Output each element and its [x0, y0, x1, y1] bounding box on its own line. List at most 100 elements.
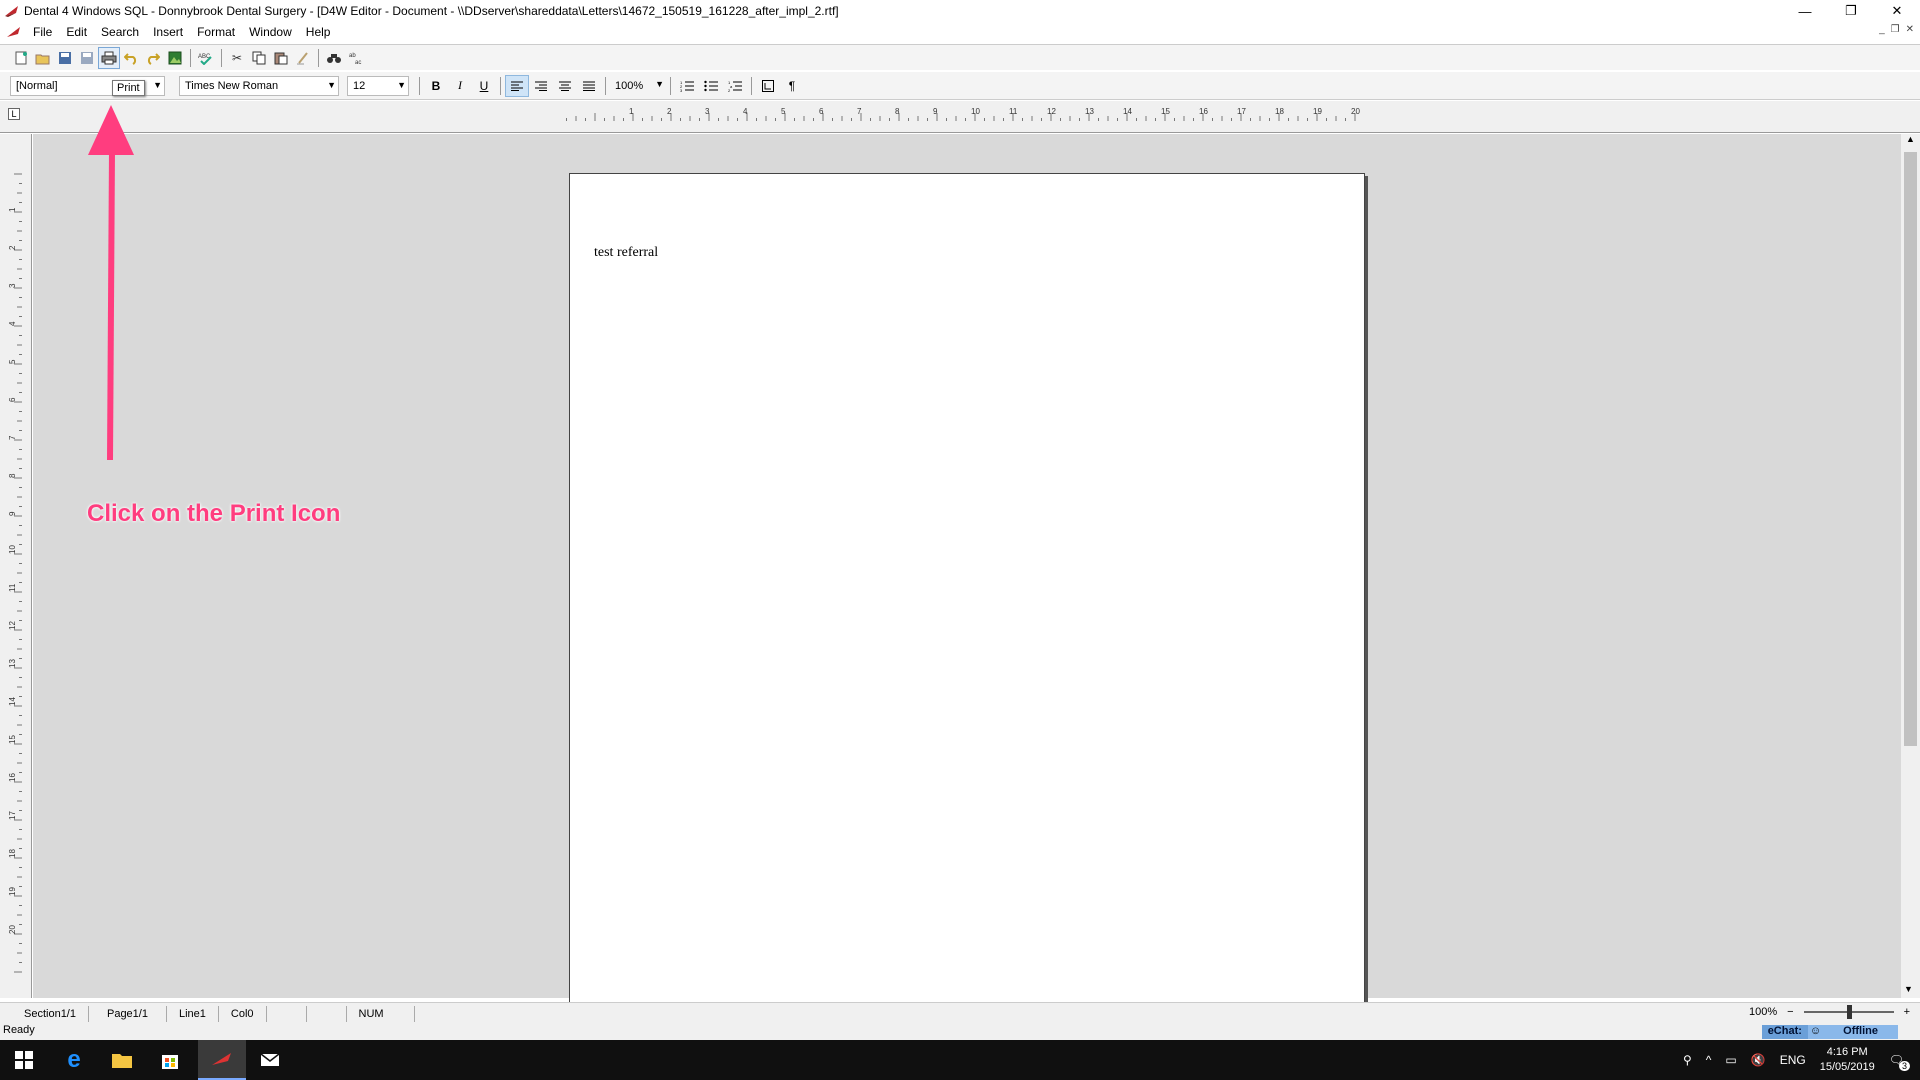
find-icon[interactable]: [323, 47, 345, 69]
network-icon[interactable]: ▭: [1725, 1053, 1736, 1067]
font-size-combo[interactable]: 12 ▼: [347, 75, 409, 96]
undo-icon[interactable]: [120, 47, 142, 69]
zoom-in-icon[interactable]: +: [1904, 1006, 1910, 1018]
echat-status[interactable]: eChat: ☺ Offline: [1761, 1025, 1898, 1039]
vertical-ruler[interactable]: 1 2 3 4 5 6 7 8 9 10 11 12 13 14 15 16 17 18 19 20: [0, 134, 32, 998]
cut-icon[interactable]: ✂: [226, 47, 248, 69]
windows-start-icon[interactable]: [0, 1040, 48, 1080]
bold-button[interactable]: B: [424, 75, 448, 97]
scrollbar-thumb[interactable]: [1904, 152, 1917, 746]
clear-icon[interactable]: [292, 47, 314, 69]
spellcheck-icon[interactable]: ABC: [195, 47, 217, 69]
align-center-icon: [559, 81, 571, 91]
menu-insert[interactable]: Insert: [146, 25, 190, 39]
scroll-down-icon[interactable]: ▼: [1904, 984, 1913, 994]
ruler-number: 19: [1313, 107, 1322, 116]
justify-button[interactable]: [577, 75, 601, 97]
paste-icon[interactable]: [270, 47, 292, 69]
outline-list-button[interactable]: 1a2: [723, 75, 747, 97]
people-icon[interactable]: ⚲: [1683, 1053, 1692, 1067]
chevron-down-icon[interactable]: ▼: [397, 80, 406, 90]
zoom-slider[interactable]: [1803, 1005, 1894, 1019]
volume-muted-icon[interactable]: 🔇: [1751, 1053, 1766, 1067]
mdi-restore-icon[interactable]: ❐: [1891, 24, 1900, 35]
redo-icon[interactable]: [142, 47, 164, 69]
language-indicator[interactable]: ENG: [1780, 1053, 1806, 1067]
scroll-up-icon[interactable]: ▲: [1901, 134, 1920, 144]
print-icon[interactable]: [98, 46, 120, 69]
menu-window[interactable]: Window: [242, 25, 299, 39]
zoom-combo[interactable]: 100% ▼: [610, 76, 666, 96]
app-window: Dental 4 Windows SQL - Donnybrook Dental…: [0, 0, 1920, 1080]
bullet-list-button[interactable]: [699, 75, 723, 97]
zoom-percent: 100%: [1748, 1006, 1778, 1018]
status-line: Line1: [167, 1005, 219, 1022]
file-explorer-icon[interactable]: [98, 1040, 146, 1080]
align-center-button[interactable]: [553, 75, 577, 97]
ruler-number: 9: [8, 511, 17, 516]
document-text[interactable]: test referral: [594, 245, 658, 261]
save-icon[interactable]: [54, 47, 76, 69]
ruler-number: 17: [8, 811, 17, 820]
dental4windows-taskbar-icon[interactable]: [198, 1040, 246, 1080]
document-menu-icon[interactable]: [6, 25, 22, 39]
open-icon[interactable]: [32, 47, 54, 69]
zoom-out-icon[interactable]: −: [1787, 1006, 1793, 1018]
menu-search[interactable]: Search: [94, 25, 146, 39]
frame-button[interactable]: [756, 75, 780, 97]
store-icon[interactable]: [146, 1040, 194, 1080]
menu-edit[interactable]: Edit: [59, 25, 94, 39]
svg-text:ac: ac: [355, 60, 361, 65]
mdi-close-icon[interactable]: ✕: [1906, 24, 1914, 35]
ruler-number: 20: [8, 925, 17, 934]
clock[interactable]: 4:16 PM 15/05/2019: [1820, 1045, 1875, 1075]
ruler-number: 8: [895, 107, 900, 116]
align-left-button[interactable]: [505, 74, 529, 97]
copy-icon[interactable]: [248, 47, 270, 69]
underline-button[interactable]: U: [472, 75, 496, 97]
vertical-ruler-scale: 1234567891011121314151617181920: [8, 173, 22, 973]
italic-button[interactable]: I: [448, 75, 472, 97]
tab-selector[interactable]: L: [8, 108, 20, 120]
mdi-minimize-icon[interactable]: _: [1879, 24, 1885, 35]
ready-bar: Ready: [0, 1024, 1920, 1040]
minimize-button[interactable]: —: [1782, 0, 1828, 22]
mail-icon[interactable]: [246, 1040, 294, 1080]
status-num: NUM: [347, 1005, 415, 1022]
show-paragraph-button[interactable]: ¶: [780, 75, 804, 97]
ruler-number: 3: [705, 107, 710, 116]
action-center-icon[interactable]: 🗨 3: [1889, 1053, 1910, 1071]
numbered-list-button[interactable]: 123: [675, 75, 699, 97]
chevron-down-icon[interactable]: ▼: [153, 80, 162, 90]
print-tooltip: Print: [112, 80, 145, 96]
ruler-number: 7: [857, 107, 862, 116]
menu-help[interactable]: Help: [299, 25, 338, 39]
chevron-down-icon[interactable]: ▼: [655, 79, 664, 89]
font-combo[interactable]: Times New Roman ▼: [179, 75, 339, 96]
status-col: Col0: [219, 1005, 267, 1022]
replace-icon[interactable]: ab ac: [345, 47, 367, 69]
status-bar: Section1/1 Page1/1 Line1 Col0 NUM 100% −…: [0, 1002, 1920, 1024]
align-right-icon: [535, 81, 547, 91]
menu-format[interactable]: Format: [190, 25, 242, 39]
status-page: Page1/1: [89, 1005, 167, 1022]
edge-browser-icon[interactable]: e: [50, 1040, 98, 1080]
save-all-icon[interactable]: [76, 47, 98, 69]
ruler-number: 18: [8, 849, 17, 858]
svg-text:3: 3: [680, 88, 683, 92]
close-button[interactable]: ✕: [1874, 0, 1920, 22]
document-page[interactable]: [569, 173, 1365, 1003]
annotation-arrow: [88, 105, 134, 461]
restore-button[interactable]: ❐: [1828, 0, 1874, 22]
horizontal-ruler[interactable]: 1 2 3 4 5 6 7 8 9 10 11 12 13 14 15 16 17 18 19 20: [0, 101, 1920, 133]
ruler-number: 10: [971, 107, 980, 116]
show-hidden-icons-icon[interactable]: ^: [1706, 1053, 1712, 1067]
new-doc-icon[interactable]: [10, 47, 32, 69]
chevron-down-icon[interactable]: ▼: [327, 80, 336, 90]
standard-toolbar: ABC ✂ ab ac: [0, 44, 1920, 70]
align-right-button[interactable]: [529, 75, 553, 97]
menu-file[interactable]: File: [26, 25, 59, 39]
insert-image-icon[interactable]: [164, 47, 186, 69]
menu-bar: File Edit Search Insert Format Window He…: [0, 22, 1920, 42]
zoom-control: 100% − +: [1748, 1005, 1910, 1019]
